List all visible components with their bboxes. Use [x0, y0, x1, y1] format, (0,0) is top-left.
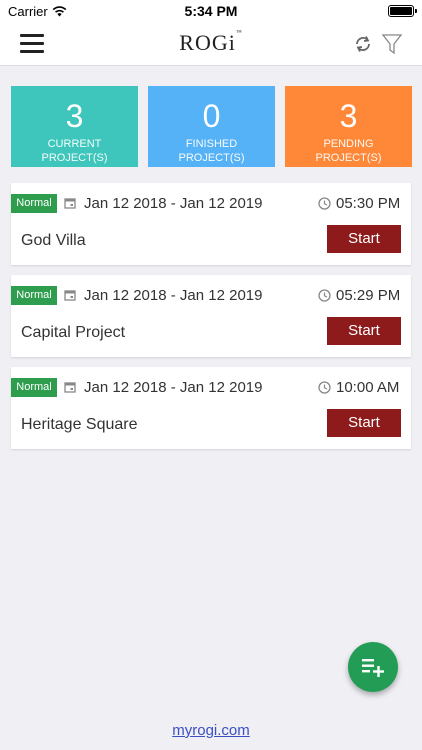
date-range: Jan 12 2018 - Jan 12 2019 [84, 195, 263, 212]
stat-value: 3 [65, 98, 84, 134]
date-range: Jan 12 2018 - Jan 12 2019 [84, 379, 263, 396]
start-button[interactable]: Start [327, 317, 401, 345]
carrier-label: Carrier [8, 3, 48, 19]
nav-bar: ROGi™ [0, 22, 422, 66]
stat-tile-current[interactable]: 3 CURRENT PROJECT(S) [11, 86, 138, 167]
project-card[interactable]: Normal Jan 12 2018 - Jan 12 2019 05:30 P… [11, 183, 411, 265]
priority-badge: Normal [11, 194, 57, 213]
calendar-icon [64, 290, 76, 301]
date-range: Jan 12 2018 - Jan 12 2019 [84, 287, 263, 304]
project-time: 05:29 PM [336, 287, 401, 304]
project-time: 10:00 AM [336, 379, 400, 396]
project-name: Heritage Square [21, 416, 138, 433]
clock-icon [318, 381, 331, 394]
add-project-fab[interactable] [348, 642, 398, 692]
stat-tile-finished[interactable]: 0 FINISHED PROJECT(S) [148, 86, 275, 167]
refresh-icon[interactable] [352, 33, 374, 55]
website-link[interactable]: myrogi.com [0, 722, 422, 739]
stat-value: 3 [339, 98, 358, 134]
project-name: God Villa [21, 232, 86, 249]
clock-icon [318, 289, 331, 302]
add-list-icon [362, 659, 384, 677]
project-card[interactable]: Normal Jan 12 2018 - Jan 12 2019 10:00 A… [11, 367, 411, 449]
status-bar: Carrier 5:34 PM [0, 0, 422, 22]
stat-tile-pending[interactable]: 3 PENDING PROJECT(S) [285, 86, 412, 167]
calendar-icon [64, 382, 76, 393]
project-time: 05:30 PM [336, 195, 401, 212]
start-button[interactable]: Start [327, 225, 401, 253]
stat-label: FINISHED PROJECT(S) [178, 138, 245, 164]
stat-value: 0 [202, 98, 221, 134]
clock-icon [318, 197, 331, 210]
project-card[interactable]: Normal Jan 12 2018 - Jan 12 2019 05:29 P… [11, 275, 411, 357]
stat-label: CURRENT PROJECT(S) [41, 138, 108, 164]
calendar-icon [64, 198, 76, 209]
logo-text: ROGi [179, 30, 236, 55]
priority-badge: Normal [11, 286, 57, 305]
priority-badge: Normal [11, 378, 57, 397]
logo-tm: ™ [235, 30, 243, 36]
wifi-icon [52, 5, 67, 16]
stat-label: PENDING PROJECT(S) [315, 138, 382, 164]
start-button[interactable]: Start [327, 409, 401, 437]
filter-icon[interactable] [381, 32, 403, 56]
status-left: Carrier [8, 4, 67, 19]
battery-icon [388, 5, 417, 17]
project-name: Capital Project [21, 324, 126, 341]
